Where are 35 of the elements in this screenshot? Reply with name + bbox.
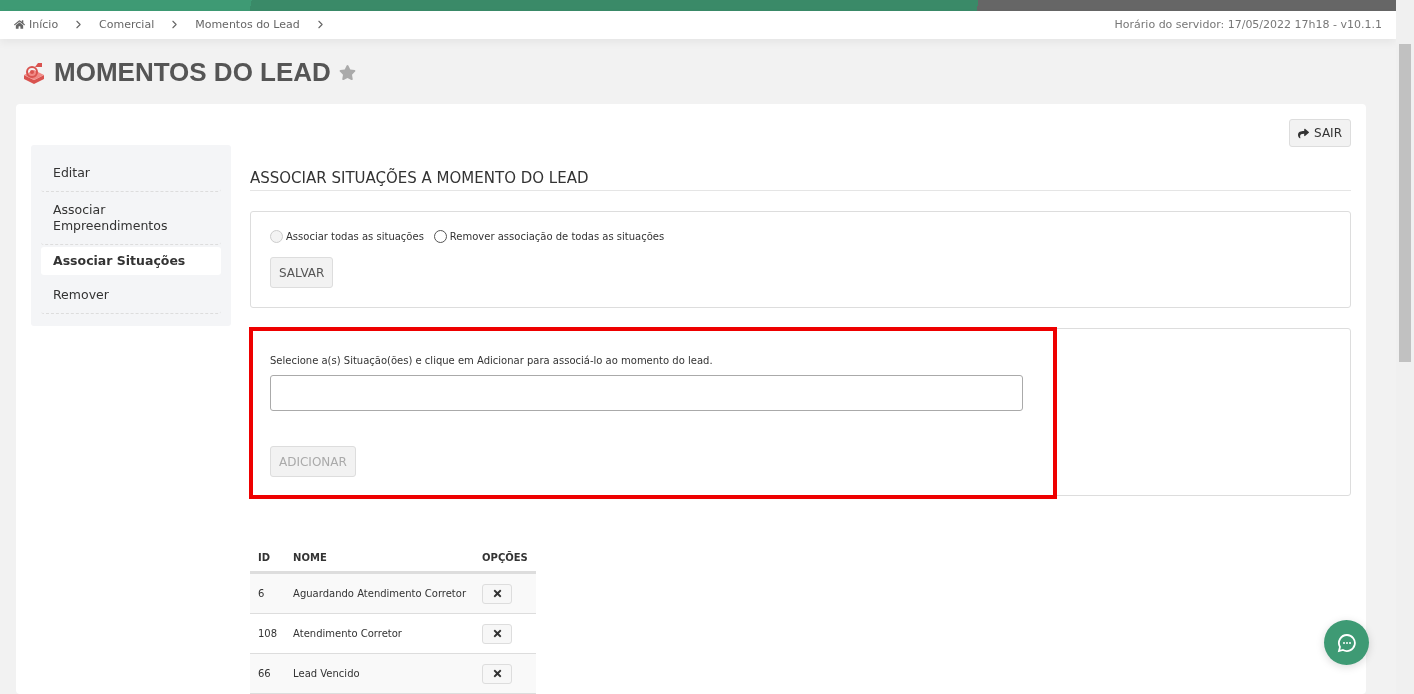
breadcrumb-link[interactable]: Momentos do Lead	[195, 18, 300, 32]
share-icon	[1298, 127, 1310, 139]
exit-button[interactable]: SAIR	[1289, 119, 1351, 147]
table-cell: Lead Vencido	[285, 653, 475, 694]
table-cell: 6	[250, 572, 286, 614]
target-box-icon	[22, 60, 46, 85]
server-info: Horário do servidor: 17/05/2022 17h18 - v10.1.1	[1114, 18, 1382, 32]
table-cell: Atendimento Corretor	[285, 613, 475, 654]
radio-label: Associar todas as situações	[286, 231, 424, 242]
sidebar-item[interactable]: Editar	[41, 155, 221, 192]
input-field[interactable]	[270, 375, 1023, 411]
table-cell: 108	[250, 613, 286, 654]
close-icon	[491, 588, 503, 599]
remove-button[interactable]	[482, 583, 513, 604]
close-icon	[491, 628, 503, 639]
star-icon[interactable]	[338, 64, 356, 81]
sidebar-item[interactable]: Associar Empreendimentos	[41, 192, 221, 245]
table-cell: Aguardando Atendimento Corretor	[285, 572, 475, 614]
close-icon	[491, 668, 503, 679]
section-title: ASSOCIAR SITUAÇÕES A MOMENTO DO LEAD	[250, 169, 1351, 191]
sidebar-item[interactable]: Associar Situações	[41, 247, 221, 275]
radio-button[interactable]	[433, 230, 447, 243]
chat-bubble-icon	[1336, 632, 1357, 653]
breadcrumb-link[interactable]: Comercial	[99, 18, 155, 32]
sidebar-item[interactable]: Remover	[41, 277, 221, 314]
remove-button[interactable]	[482, 663, 513, 684]
instruction-text: Selecione a(s) Situação(ões) e clique em Adicionar para associá-lo ao momento do lead.	[270, 355, 714, 366]
breadcrumb-link[interactable]: Início	[14, 18, 59, 32]
scrollbar-thumb[interactable]	[1399, 44, 1411, 362]
save-button[interactable]: SALVAR	[270, 257, 334, 288]
home-icon	[14, 19, 25, 31]
page-title: MOMENTOS DO LEAD	[54, 57, 331, 88]
remove-button[interactable]	[482, 623, 513, 644]
radio-label: Remover associação de todas as situações	[449, 231, 665, 242]
table-cell: 66	[250, 653, 286, 694]
